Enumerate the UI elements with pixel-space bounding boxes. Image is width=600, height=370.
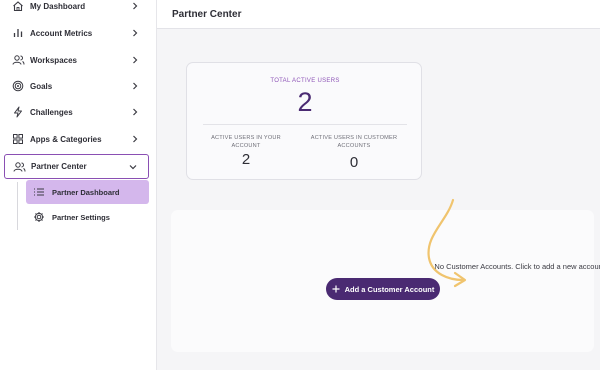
- chevron-right-icon: [133, 82, 138, 90]
- sidebar-item-goals[interactable]: Goals: [0, 73, 156, 99]
- empty-state-message: No Customer Accounts. Click to add a new…: [434, 262, 600, 271]
- chevron-right-icon: [133, 108, 138, 116]
- gear-icon: [33, 211, 45, 223]
- users-icon: [12, 160, 26, 174]
- your-account-label: ACTIVE USERS IN YOUR ACCOUNT: [211, 135, 281, 149]
- sidebar-item-challenges[interactable]: Challenges: [0, 99, 156, 125]
- sidebar-item-label: Partner Center: [31, 162, 87, 171]
- sidebar-item-label: My Dashboard: [30, 1, 86, 11]
- plus-icon: [332, 285, 340, 293]
- bar-chart-icon: [11, 26, 25, 40]
- active-users-card: TOTAL ACTIVE USERS 2 ACTIVE USERS IN YOU…: [186, 62, 422, 180]
- sidebar-item-label: Goals: [30, 81, 53, 91]
- chevron-right-icon: [133, 135, 138, 143]
- lightning-icon: [11, 105, 25, 119]
- main-content: Partner Center TOTAL ACTIVE USERS 2 ACTI…: [157, 0, 600, 370]
- sidebar-subitem-label: Partner Settings: [52, 212, 110, 222]
- sidebar-item-my-dashboard[interactable]: My Dashboard: [0, 0, 156, 19]
- your-account-stat: ACTIVE USERS IN YOUR ACCOUNT 2: [196, 134, 296, 168]
- sidebar-subitem-partner-settings[interactable]: Partner Settings: [26, 205, 149, 229]
- users-icon: [11, 53, 25, 67]
- chevron-right-icon: [133, 29, 138, 37]
- customer-accounts-value: 0: [349, 154, 359, 171]
- add-customer-account-button[interactable]: Add a Customer Account: [326, 278, 440, 300]
- sidebar-subitem-partner-dashboard[interactable]: Partner Dashboard: [26, 180, 149, 204]
- list-icon: [33, 186, 45, 198]
- sidebar-item-apps-categories[interactable]: Apps & Categories: [0, 126, 156, 152]
- customer-accounts-label: ACTIVE USERS IN CUSTOMER ACCOUNTS: [310, 135, 398, 149]
- your-account-value: 2: [241, 151, 251, 168]
- chevron-down-icon: [129, 164, 137, 169]
- home-icon: [11, 0, 25, 13]
- sidebar-item-partner-center[interactable]: Partner Center: [4, 154, 149, 179]
- sidebar: My Dashboard Account Metrics Workspaces …: [0, 0, 157, 370]
- divider: [203, 124, 407, 125]
- sidebar-item-account-metrics[interactable]: Account Metrics: [0, 20, 156, 46]
- sidebar-item-label: Challenges: [30, 107, 73, 117]
- chevron-right-icon: [133, 2, 138, 10]
- sidebar-item-label: Workspaces: [30, 55, 77, 65]
- add-customer-account-label: Add a Customer Account: [344, 284, 435, 294]
- total-active-users-label: TOTAL ACTIVE USERS: [270, 78, 340, 84]
- page-title: Partner Center: [172, 9, 242, 20]
- chevron-right-icon: [133, 56, 138, 64]
- total-active-users-value: 2: [297, 87, 313, 117]
- sidebar-item-workspaces[interactable]: Workspaces: [0, 47, 156, 73]
- sidebar-item-label: Account Metrics: [30, 28, 93, 38]
- page-header: Partner Center: [157, 0, 600, 29]
- grid-icon: [11, 132, 25, 146]
- sidebar-item-label: Apps & Categories: [30, 134, 102, 144]
- sidebar-subitem-label: Partner Dashboard: [52, 187, 120, 197]
- target-icon: [11, 79, 25, 93]
- submenu-guide-line: [17, 182, 18, 230]
- customer-accounts-stat: ACTIVE USERS IN CUSTOMER ACCOUNTS 0: [304, 134, 404, 171]
